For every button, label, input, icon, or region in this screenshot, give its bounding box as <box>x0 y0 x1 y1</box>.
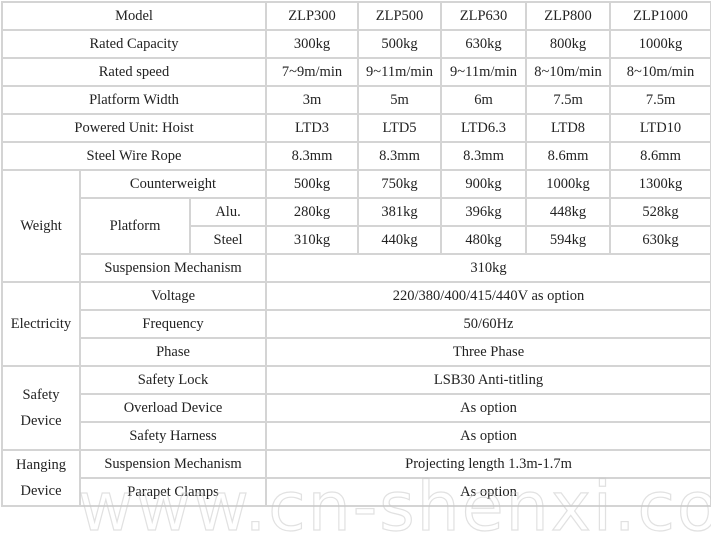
label-suspension-mechanism: Suspension Mechanism <box>78 253 268 283</box>
value-cell: 8~10m/min <box>609 57 711 87</box>
value-cell: 1300kg <box>609 169 711 199</box>
value-cell: As option <box>265 421 711 451</box>
row-counterweight: Weight Counterweight 500kg 750kg 900kg 1… <box>1 169 711 283</box>
row-model: Model ZLP300 ZLP500 ZLP630 ZLP800 ZLP100… <box>0 1 711 31</box>
label-steel: Steel <box>188 225 268 255</box>
value-cell: 528kg <box>609 197 711 227</box>
value-cell: 8.6mm <box>609 141 711 171</box>
model-cell: ZLP1000 <box>609 1 711 31</box>
value-cell: 8.3mm <box>357 141 443 171</box>
value-cell: 280kg <box>265 197 360 227</box>
value-cell: 7.5m <box>609 85 711 115</box>
value-cell: 440kg <box>357 225 443 255</box>
row-steel-wire-rope: Steel Wire Rope 8.3mm 8.3mm 8.3mm 8.6mm … <box>0 141 711 171</box>
model-cell: ZLP300 <box>265 1 360 31</box>
label-steel-wire-rope: Steel Wire Rope <box>0 141 268 171</box>
value-cell: 7~9m/min <box>265 57 360 87</box>
value-cell: 9~11m/min <box>440 57 528 87</box>
value-cell: As option <box>265 393 711 423</box>
group-label-safety-device: Safety Device <box>1 365 81 451</box>
value-cell: 1000kg <box>609 29 711 59</box>
label-hanging-suspension: Suspension Mechanism <box>78 449 268 479</box>
value-cell: 500kg <box>357 29 443 59</box>
row-parapet-clamps: Parapet Clamps As option <box>2 477 711 507</box>
group-label-hanging-device: Hanging Device <box>1 449 81 507</box>
value-cell: LTD10 <box>609 113 711 143</box>
row-powered-unit: Powered Unit: Hoist LTD3 LTD5 LTD6.3 LTD… <box>0 113 711 143</box>
model-cell: ZLP500 <box>357 1 443 31</box>
value-cell: Three Phase <box>265 337 711 367</box>
label-alu: Alu. <box>188 197 268 227</box>
value-cell: 480kg <box>440 225 528 255</box>
row-voltage: Electricity Voltage 220/380/400/415/440V… <box>1 281 711 367</box>
label-powered-unit: Powered Unit: Hoist <box>0 113 268 143</box>
label-overload-device: Overload Device <box>78 393 268 423</box>
model-cell: ZLP630 <box>440 1 528 31</box>
label-platform-width: Platform Width <box>0 85 268 115</box>
value-cell: LTD3 <box>265 113 360 143</box>
value-cell: 630kg <box>609 225 711 255</box>
value-cell: LTD5 <box>357 113 443 143</box>
value-cell: 5m <box>357 85 443 115</box>
value-cell: 630kg <box>440 29 528 59</box>
row-safety-lock: Safety Device Safety Lock LSB30 Anti-tit… <box>1 365 711 451</box>
value-cell: 900kg <box>440 169 528 199</box>
value-cell: LTD8 <box>525 113 612 143</box>
value-cell: 448kg <box>525 197 612 227</box>
spec-table: Model ZLP300 ZLP500 ZLP630 ZLP800 ZLP100… <box>0 1 711 507</box>
label-rated-speed: Rated speed <box>0 57 268 87</box>
row-frequency: Frequency 50/60Hz <box>2 309 711 339</box>
safety-label-line1: Safety <box>22 387 60 403</box>
group-label-weight: Weight <box>1 169 81 283</box>
value-cell: 8.3mm <box>265 141 360 171</box>
label-frequency: Frequency <box>78 309 268 339</box>
value-cell: 800kg <box>525 29 612 59</box>
value-cell: 3m <box>265 85 360 115</box>
value-cell: 750kg <box>357 169 443 199</box>
value-cell: LTD6.3 <box>440 113 528 143</box>
value-cell: 396kg <box>440 197 528 227</box>
row-safety-harness: Safety Harness As option <box>2 421 711 451</box>
row-platform-alu: Platform Alu. 280kg 381kg 396kg 448kg 52… <box>2 197 711 255</box>
row-suspension-weight: Suspension Mechanism 310kg <box>2 253 711 283</box>
label-safety-lock: Safety Lock <box>78 365 268 395</box>
value-cell: 310kg <box>265 253 711 283</box>
value-cell: 9~11m/min <box>357 57 443 87</box>
value-cell: LSB30 Anti-titling <box>265 365 711 395</box>
label-rated-capacity: Rated Capacity <box>0 29 268 59</box>
label-platform: Platform <box>79 197 191 255</box>
value-cell: 300kg <box>265 29 360 59</box>
label-parapet-clamps: Parapet Clamps <box>78 477 268 507</box>
row-rated-speed: Rated speed 7~9m/min 9~11m/min 9~11m/min… <box>0 57 711 87</box>
value-cell: 1000kg <box>525 169 612 199</box>
label-phase: Phase <box>78 337 268 367</box>
value-cell: 8.6mm <box>525 141 612 171</box>
hanging-label-line2: Device <box>20 483 62 499</box>
row-rated-capacity: Rated Capacity 300kg 500kg 630kg 800kg 1… <box>0 29 711 59</box>
model-cell: ZLP800 <box>525 1 612 31</box>
hanging-label-line1: Hanging <box>16 457 66 473</box>
group-label-electricity: Electricity <box>1 281 81 367</box>
value-cell: 7.5m <box>525 85 612 115</box>
label-model: Model <box>0 1 268 31</box>
value-cell: As option <box>265 477 711 507</box>
value-cell: 8~10m/min <box>525 57 612 87</box>
label-safety-harness: Safety Harness <box>78 421 268 451</box>
value-cell: Projecting length 1.3m-1.7m <box>265 449 711 479</box>
value-cell: 594kg <box>525 225 612 255</box>
value-cell: 6m <box>440 85 528 115</box>
value-cell: 381kg <box>357 197 443 227</box>
safety-label-line2: Device <box>20 413 62 429</box>
label-voltage: Voltage <box>78 281 268 311</box>
value-cell: 500kg <box>265 169 360 199</box>
value-cell: 8.3mm <box>440 141 528 171</box>
row-phase: Phase Three Phase <box>2 337 711 367</box>
row-hanging-suspension: Hanging Device Suspension Mechanism Proj… <box>1 449 711 507</box>
row-overload-device: Overload Device As option <box>2 393 711 423</box>
row-platform-width: Platform Width 3m 5m 6m 7.5m 7.5m <box>0 85 711 115</box>
value-cell: 50/60Hz <box>265 309 711 339</box>
value-cell: 310kg <box>265 225 360 255</box>
value-cell: 220/380/400/415/440V as option <box>265 281 711 311</box>
label-counterweight: Counterweight <box>78 169 268 199</box>
